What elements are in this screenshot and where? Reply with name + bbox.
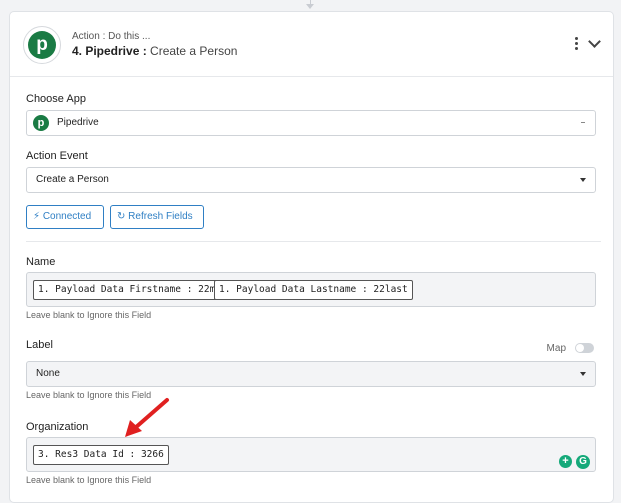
card-header[interactable]: p Action : Do this ... 4. Pipedrive : Cr… [10,12,613,77]
refresh-fields-button[interactable]: ↻ Refresh Fields [110,205,204,229]
name-hint: Leave blank to Ignore this Field [26,310,152,320]
label-field-label: Label [26,339,53,351]
select-indicator-icon [581,122,585,123]
label-select-value: None [36,368,60,379]
chevron-down-icon[interactable] [588,35,601,48]
name-input[interactable]: 1. Payload Data Firstname : 22mar 1. Pay… [26,272,596,307]
choose-app-select[interactable]: p Pipedrive [26,110,596,136]
pipedrive-small-icon: p [33,115,49,131]
step-title: 4. Pipedrive : [72,44,147,58]
refresh-icon: ↻ [117,211,126,222]
map-label: Map [546,343,566,354]
action-event-label: Action Event [26,150,88,162]
action-card: p Action : Do this ... 4. Pipedrive : Cr… [9,11,614,503]
connected-label: Connected [42,211,92,222]
grammarly-icon[interactable]: G [576,455,590,469]
connected-button[interactable]: ⚡︎ Connected [26,205,104,229]
organization-input[interactable]: 3. Res3 Data Id : 3266 + G [26,437,596,472]
choose-app-label: Choose App [26,93,86,105]
annotation-arrow-icon [125,398,169,437]
more-options-icon[interactable] [575,37,579,52]
caret-down-icon [580,178,586,182]
action-title: 4. Pipedrive : Create a Person [72,44,237,58]
connector-arrow-icon [306,4,314,9]
plug-icon: ⚡︎ [33,211,41,222]
action-event-value: Create a Person [36,174,109,185]
map-toggle[interactable] [575,343,594,353]
label-select[interactable]: None [26,361,596,387]
name-token-firstname[interactable]: 1. Payload Data Firstname : 22mar [33,280,232,300]
organization-hint: Leave blank to Ignore this Field [26,475,152,485]
add-icon[interactable]: + [559,455,572,468]
action-event-select[interactable]: Create a Person [26,167,596,193]
organization-token[interactable]: 3. Res3 Data Id : 3266 [33,445,169,465]
pipedrive-logo-icon: p [23,26,61,64]
caret-down-icon [580,372,586,376]
section-divider [26,241,601,242]
name-token-lastname[interactable]: 1. Payload Data Lastname : 22last [214,280,413,300]
organization-label: Organization [26,421,89,433]
choose-app-value: Pipedrive [57,117,99,128]
name-label: Name [26,256,56,268]
refresh-label: Refresh Fields [128,211,193,222]
event-name: Create a Person [150,44,238,58]
action-subtitle: Action : Do this ... [72,31,151,42]
